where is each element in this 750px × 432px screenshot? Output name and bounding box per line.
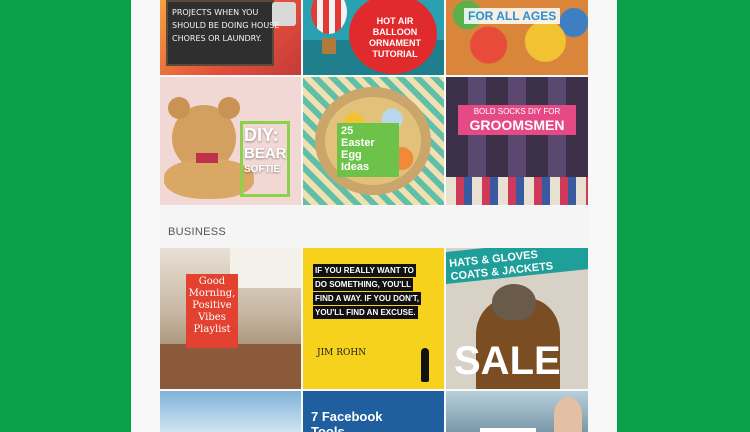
tile-text-line: SHOULD BE DOING HOUSE	[172, 21, 280, 30]
template-tile-sale[interactable]: HATS & GLOVES COATS & JACKETS SALE	[446, 248, 588, 389]
quote-line: DO SOMETHING, YOU'LL	[313, 278, 413, 291]
tile-text-line: Easter	[341, 137, 375, 149]
tile-text-line: Positive	[192, 300, 232, 311]
section-title: BUSINESS	[168, 226, 227, 238]
tile-text-line: BEAR	[244, 145, 287, 162]
tile-text-line: 25	[341, 125, 354, 137]
tile-text-line: Ideas	[341, 161, 370, 173]
sale-text: SALE	[454, 339, 561, 383]
tile-text-line: Egg	[341, 149, 362, 161]
balloon-icon	[311, 0, 347, 34]
template-tile-easter-eggs[interactable]: 25 Easter Egg Ideas	[303, 77, 444, 205]
template-tile-jim-rohn-quote[interactable]: IF YOU REALLY WANT TO DO SOMETHING, YOU'…	[303, 248, 444, 389]
tile-text-line: BALLOON	[372, 27, 418, 37]
quote-author: JIM ROHN	[317, 348, 367, 358]
quote-line: IF YOU REALLY WANT TO	[313, 264, 416, 277]
tile-text-line: PROJECTS WHEN YOU	[172, 8, 259, 17]
template-tile-hot-air-balloon[interactable]: HOT AIR BALLOON ORNAMENT TUTORIAL	[303, 0, 444, 75]
tile-text-line: Playlist	[193, 324, 231, 335]
tile-text-line: TUTORIAL	[372, 49, 418, 59]
tile-text-line: DIY:	[244, 125, 279, 145]
template-tile-bold-socks[interactable]: BOLD SOCKS DIY FOR GROOMSMEN	[446, 77, 588, 205]
tile-text-line: HOT AIR	[376, 16, 414, 26]
tile-text-line: BOLD SOCKS DIY FOR	[473, 107, 561, 116]
walking-person-icon	[421, 348, 429, 382]
quote-line: YOU'LL FIND AN EXCUSE.	[313, 306, 418, 319]
template-tile-facebook-tools[interactable]: 7 Facebook Tools	[303, 391, 444, 432]
tile-text-line: CHORES OR LAUNDRY.	[172, 34, 262, 43]
tile-text-line: Tools	[311, 424, 345, 432]
template-tile-sky[interactable]	[160, 391, 301, 432]
tile-text-line: SOFTIE	[244, 164, 281, 175]
section-header-business: BUSINESS	[160, 206, 589, 248]
tile-text-line: GROOMSMEN	[469, 117, 565, 133]
template-tile-portrait[interactable]	[446, 391, 588, 432]
tile-text-line: 7 Facebook	[311, 409, 383, 424]
template-tile-for-all-ages[interactable]: FOR ALL AGES	[446, 0, 588, 75]
tile-text-line: Morning,	[188, 288, 236, 299]
quote-line: FIND A WAY. IF YOU DON'T,	[313, 292, 421, 305]
template-tile-bear-softie[interactable]: DIY: BEAR SOFTIE	[160, 77, 301, 205]
tile-text-line: Vibes	[198, 312, 226, 323]
tile-text-line: Good	[198, 276, 226, 287]
tile-caption: FOR ALL AGES	[464, 8, 561, 24]
template-tile-positive-vibes[interactable]: Good Morning, Positive Vibes Playlist	[160, 248, 301, 389]
template-tile-projects[interactable]: PROJECTS WHEN YOU SHOULD BE DOING HOUSE …	[160, 0, 301, 75]
tile-text-line: ORNAMENT	[369, 38, 421, 48]
